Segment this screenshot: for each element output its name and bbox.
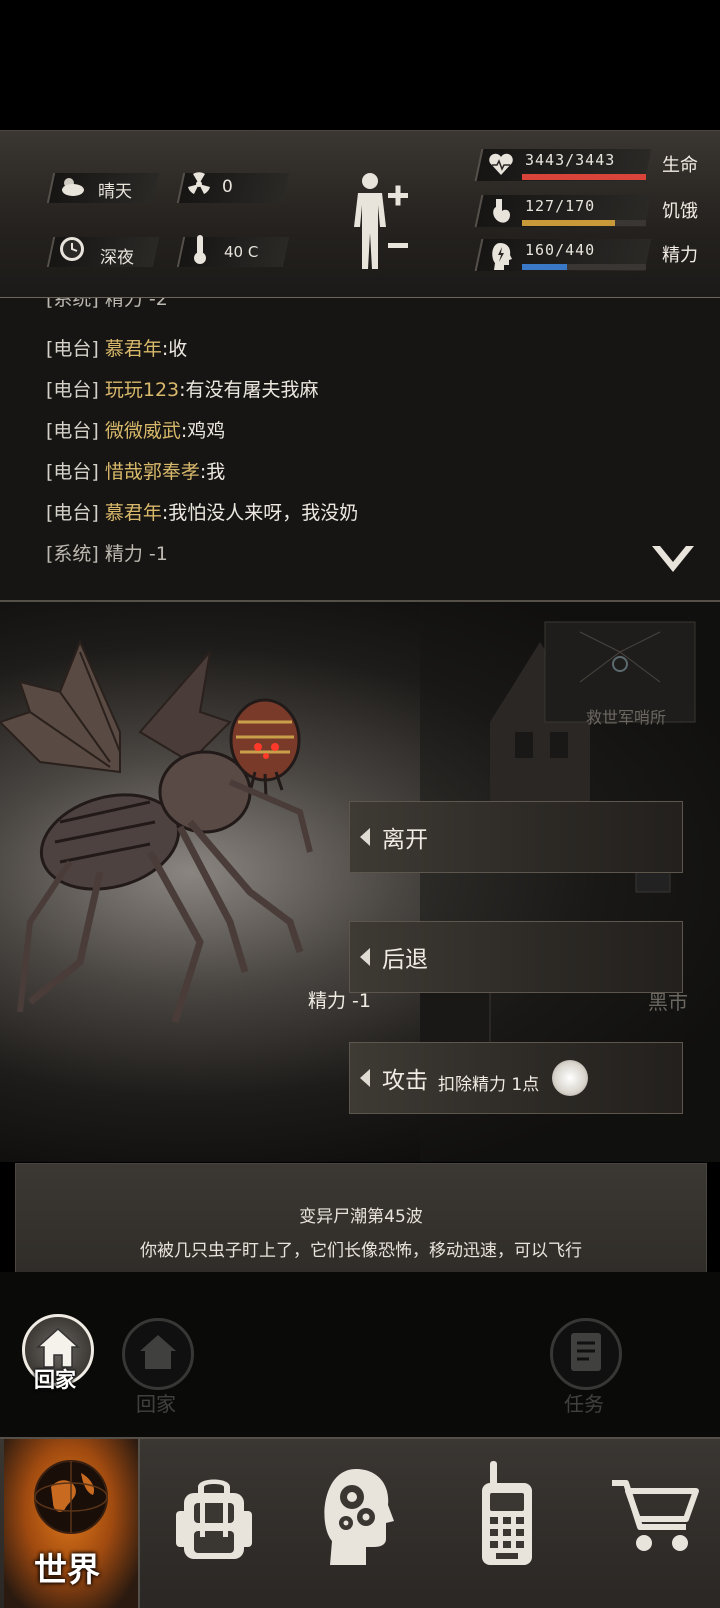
health-bar-fill (522, 174, 646, 180)
clock-icon (60, 237, 84, 261)
nav-shop[interactable] (582, 1439, 720, 1608)
touch-indicator (552, 1060, 588, 1096)
home-shortcut-faded (122, 1318, 194, 1390)
temperature-value: 40 C (224, 243, 259, 261)
shopping-cart-icon (612, 1480, 699, 1551)
nav-radio[interactable] (436, 1439, 576, 1608)
arrow-left-icon (360, 948, 370, 966)
globe-icon (34, 1460, 108, 1534)
status-panel: 晴天 0 深夜 40 C 3443/3443 生命 127/170 饥饿 160… (0, 130, 720, 299)
chat-line: [系统] 精力 -2 (46, 298, 168, 310)
flying-bug-monster (0, 639, 313, 1024)
house-icon (140, 1335, 176, 1369)
encounter-info-box: 变异尸潮第45波 你被几只虫子盯上了，它们长像恐怖，移动迅速，可以飞行 (15, 1163, 707, 1273)
radiation-icon (188, 172, 210, 194)
health-label: 生命 (662, 155, 698, 176)
task-list-icon (571, 1333, 601, 1371)
leave-button[interactable]: 离开 (349, 801, 683, 873)
chat-log[interactable]: [系统] 精力 -2 [电台] 慕君年:收 [电台] 玩玩123:有没有屠夫我麻… (0, 298, 720, 602)
chat-user-name[interactable]: 慕君年 (105, 502, 162, 524)
house-icon (36, 1327, 80, 1368)
energy-value: 160/440 (525, 241, 596, 259)
hunger-value: 127/170 (525, 197, 596, 215)
heart-icon (489, 153, 513, 175)
chat-user-name[interactable]: 慕君年 (105, 338, 162, 360)
chat-user-name[interactable]: 惜哉郭奉孝 (105, 461, 200, 483)
chat-user-name[interactable]: 玩玩123 (105, 379, 179, 401)
arrow-left-icon (360, 828, 370, 846)
location-label[interactable]: 救世军哨所 (586, 704, 666, 728)
nav-world-label: 世界 (34, 1550, 100, 1589)
attack-button[interactable]: 攻击 扣除精力 1点 (349, 1042, 683, 1114)
attack-cost-note: 扣除精力 1点 (438, 1075, 540, 1095)
shortcut-area: 回家 任务 回家 (0, 1272, 720, 1437)
hunger-bar (522, 220, 646, 226)
weather-text: 晴天 (98, 182, 132, 202)
chat-line: [电台] 微微威武:鸡鸡 (46, 420, 226, 442)
energy-bar-fill (522, 264, 568, 270)
arrow-left-icon (360, 1069, 370, 1087)
hunger-bar-fill (522, 220, 615, 226)
wave-title: 变异尸潮第45波 (299, 1207, 423, 1227)
body-status-icon[interactable] (348, 171, 414, 273)
encounter-description: 你被几只虫子盯上了，它们长像恐怖，移动迅速，可以飞行 (140, 1241, 582, 1261)
time-text: 深夜 (100, 248, 134, 268)
nav-skills[interactable] (290, 1439, 430, 1608)
home-button-label: 回家 (34, 1368, 76, 1392)
chat-line: [电台] 玩玩123:有没有屠夫我麻 (46, 379, 319, 401)
head-energy-icon (492, 243, 512, 270)
radiation-value: 0 (222, 177, 233, 197)
chat-user-name[interactable]: 微微威武 (105, 420, 181, 442)
retreat-button[interactable]: 后退 (349, 921, 683, 993)
cloud-icon (62, 178, 84, 196)
thermometer-icon (194, 235, 206, 264)
task-shortcut-faded (550, 1318, 622, 1390)
bottom-nav: 世界 (0, 1437, 720, 1608)
chat-line: [电台] 慕君年:我怕没人来呀，我没奶 (46, 502, 359, 524)
hunger-label: 饥饿 (662, 201, 698, 222)
walkie-talkie-icon (482, 1461, 532, 1565)
nav-world[interactable]: 世界 (4, 1439, 140, 1608)
health-bar (522, 174, 646, 180)
health-value: 3443/3443 (525, 151, 616, 169)
chevron-down-icon[interactable] (650, 542, 696, 576)
stomach-icon (493, 199, 510, 223)
encounter-scene: 救世军哨所 黑市 精力 -1 离开 后退 攻击 扣除精力 1点 (0, 602, 720, 1162)
chat-line: [电台] 慕君年:收 (46, 338, 188, 360)
chat-line: [电台] 惜哉郭奉孝:我 (46, 461, 226, 483)
energy-bar (522, 264, 646, 270)
energy-label: 精力 (662, 245, 698, 266)
backpack-icon (176, 1479, 252, 1559)
brain-gear-icon (324, 1469, 394, 1565)
nav-backpack[interactable] (144, 1439, 284, 1608)
chat-line: [系统] 精力 -1 (46, 543, 168, 565)
